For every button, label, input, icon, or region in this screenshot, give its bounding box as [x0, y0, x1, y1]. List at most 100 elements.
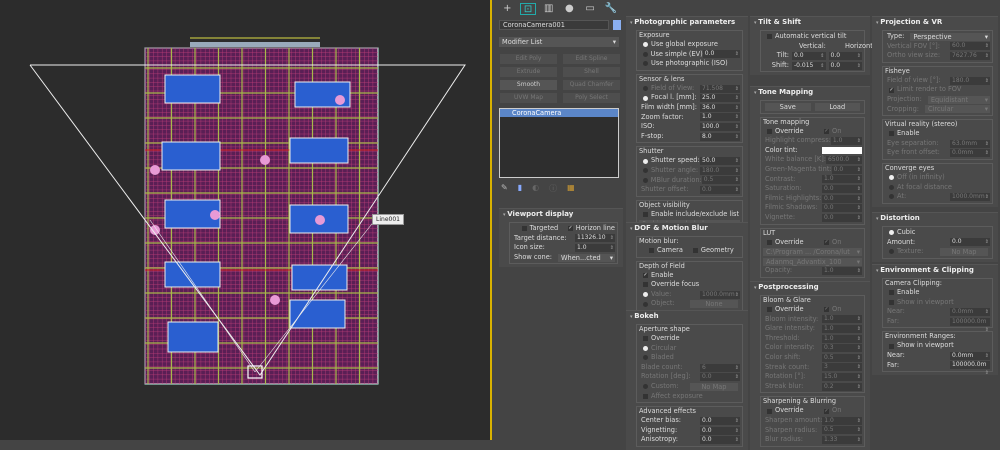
tab-motion-icon[interactable]: ●: [561, 3, 578, 15]
radio-cubic[interactable]: [889, 230, 894, 236]
near-spinner[interactable]: 0.0mm: [950, 351, 990, 360]
radio-bladed[interactable]: [643, 355, 648, 361]
green-magenta-tint-spinner[interactable]: 0.0: [831, 165, 862, 174]
targeted-checkbox[interactable]: [522, 226, 527, 232]
streak-blur-spinner[interactable]: 0.2: [822, 382, 862, 391]
filmic-shadows-spinner[interactable]: 0.0: [822, 204, 862, 213]
highlight-compress-spinner[interactable]: 1.0: [830, 136, 862, 145]
streak-count-spinner[interactable]: 3: [822, 363, 862, 372]
filmic-highlights-spinner[interactable]: 0.0: [822, 194, 862, 203]
modifier-button-shell[interactable]: Shell: [563, 67, 620, 77]
tab-modify-icon[interactable]: ⊡: [519, 3, 537, 15]
modifier-stack[interactable]: CoronaCamera: [499, 108, 619, 178]
horizon-line-checkbox[interactable]: ✓: [568, 226, 573, 232]
rollout-header-tilt[interactable]: Tilt & Shift: [750, 17, 870, 28]
anisotropy-spinner[interactable]: 0.0: [700, 436, 740, 445]
sharpen-radius-spinner[interactable]: 0.5: [822, 426, 862, 435]
modifier-button-quad-chamfer[interactable]: Quad Chamfer: [563, 80, 620, 90]
iso-spinner[interactable]: 100.0: [700, 122, 740, 131]
modifier-button-edit-poly[interactable]: Edit Poly: [500, 54, 557, 64]
modifier-button-poly-select[interactable]: Poly Select: [563, 93, 620, 103]
automatic-vertical-tilt-checkbox[interactable]: [767, 34, 772, 40]
shutter-offset-spinner[interactable]: 0.0: [700, 185, 740, 194]
rotation-spinner[interactable]: 15.0: [822, 372, 862, 381]
threshold-spinner[interactable]: 1.0: [822, 334, 862, 343]
show-in-viewport-checkbox[interactable]: [889, 343, 894, 349]
cropping-dropdown[interactable]: Circular: [925, 105, 990, 114]
tab-display-icon[interactable]: ▭: [582, 3, 599, 15]
on-checkbox[interactable]: ✓: [824, 307, 829, 313]
color-shift-spinner[interactable]: 0.5: [822, 353, 862, 362]
show-cone-dropdown[interactable]: When...cted: [558, 253, 615, 262]
tab-utilities-icon[interactable]: 🔧: [602, 3, 619, 15]
on-checkbox[interactable]: ✓: [824, 128, 829, 134]
radio-shutter-angle[interactable]: [643, 168, 648, 174]
pin-icon[interactable]: ✎: [501, 183, 508, 194]
shutter-speed-spinner[interactable]: 50.0: [700, 157, 740, 166]
radio-use-global-exposure[interactable]: [643, 42, 648, 48]
projection-dropdown[interactable]: Equidistant: [927, 95, 990, 104]
f-stop-spinner[interactable]: 8.0: [700, 132, 740, 141]
use-simple-ev-spinner[interactable]: 0.0: [702, 50, 740, 59]
color-tint-swatch[interactable]: [822, 147, 862, 155]
enable-checkbox[interactable]: [889, 131, 894, 137]
radio-use-simple-ev[interactable]: [643, 51, 648, 57]
glare-intensity-spinner[interactable]: 1.0: [822, 324, 862, 333]
adanmq-advantix-100-dropdown[interactable]: Adanmq_Advantix_100: [763, 257, 862, 266]
film-width-mm-spinner[interactable]: 36.0: [700, 103, 740, 112]
on-checkbox[interactable]: ✓: [824, 239, 829, 245]
affect-exposure-checkbox[interactable]: [643, 393, 648, 399]
tilt-spinner[interactable]: 0.0: [828, 51, 862, 60]
opacity-spinner[interactable]: 1.0: [822, 267, 862, 276]
ortho-view-size-spinner[interactable]: 7627.76: [950, 51, 990, 60]
override-checkbox[interactable]: [767, 307, 772, 313]
override-focus-checkbox[interactable]: [643, 282, 648, 288]
enable-checkbox[interactable]: [889, 290, 894, 296]
modifier-list-dropdown[interactable]: Modifier List ▾: [499, 37, 619, 47]
radio-focal-l-mm[interactable]: [643, 95, 648, 101]
radio-at[interactable]: [889, 194, 894, 200]
mblur-duration-spinner[interactable]: 0.5: [701, 176, 740, 185]
radio-use-photographic-iso[interactable]: [643, 61, 648, 67]
camera-checkbox[interactable]: [649, 248, 654, 254]
color-intensity-spinner[interactable]: 0.3: [822, 344, 862, 353]
modifier-button-smooth[interactable]: Smooth: [500, 80, 557, 90]
object-color-swatch[interactable]: [613, 20, 621, 30]
shift-spinner[interactable]: 0.0: [828, 61, 862, 70]
amount-spinner[interactable]: 0.0: [950, 238, 990, 247]
rotation-deg-spinner[interactable]: 0.0: [700, 373, 740, 382]
vertical-fov-spinner[interactable]: 60.0: [950, 42, 990, 51]
c-program-corona-lut-dropdown[interactable]: C:\Program ... /Corona/lut: [763, 247, 862, 256]
rollout-header-projection[interactable]: Projection & VR: [872, 17, 998, 28]
enable-checkbox[interactable]: ✓: [643, 272, 648, 278]
shift-spinner[interactable]: -0.015: [792, 61, 826, 70]
bloom-intensity-spinner[interactable]: 1.0: [822, 315, 862, 324]
field-of-view-spinner[interactable]: 71.508: [700, 84, 740, 93]
override-checkbox[interactable]: [767, 408, 772, 414]
show-end-result-icon[interactable]: ▮: [518, 183, 522, 194]
stack-item-coronacamera[interactable]: CoronaCamera: [500, 109, 618, 117]
at-spinner[interactable]: 1000.0mm: [950, 192, 990, 201]
vignetting-spinner[interactable]: 0.0: [700, 426, 740, 435]
zoom-factor-spinner[interactable]: 1.0: [700, 113, 740, 122]
save-button[interactable]: Save: [765, 102, 811, 111]
show-in-viewport-checkbox[interactable]: [889, 299, 894, 305]
blade-count-spinner[interactable]: 6: [700, 363, 740, 372]
white-balance-k-spinner[interactable]: 6500.0: [826, 156, 862, 165]
texture-button[interactable]: No Map: [940, 247, 988, 256]
rollout-header-tone[interactable]: Tone Mapping: [750, 87, 870, 98]
sharpen-amount-spinner[interactable]: 1.0: [822, 416, 862, 425]
far-spinner[interactable]: 100000.0m: [950, 361, 990, 370]
value-spinner[interactable]: 1000.0mm: [700, 290, 740, 299]
field-of-view-spinner[interactable]: 180.0: [950, 76, 990, 85]
modifier-button-edit-spline[interactable]: Edit Spline: [563, 54, 620, 64]
contrast-spinner[interactable]: 1.0: [822, 175, 862, 184]
rollout-header-viewport-display[interactable]: Viewport display: [499, 209, 623, 220]
rollout-header-photographic[interactable]: Photographic parameters: [626, 17, 748, 28]
object-button[interactable]: None: [690, 300, 738, 309]
remove-modifier-icon[interactable]: ⓘ: [549, 183, 557, 194]
vignette-spinner[interactable]: 0.0: [822, 213, 862, 222]
custom-button[interactable]: No Map: [690, 382, 738, 391]
make-unique-icon[interactable]: ◐: [532, 183, 539, 194]
focal-l-mm-spinner[interactable]: 25.0: [700, 94, 740, 103]
